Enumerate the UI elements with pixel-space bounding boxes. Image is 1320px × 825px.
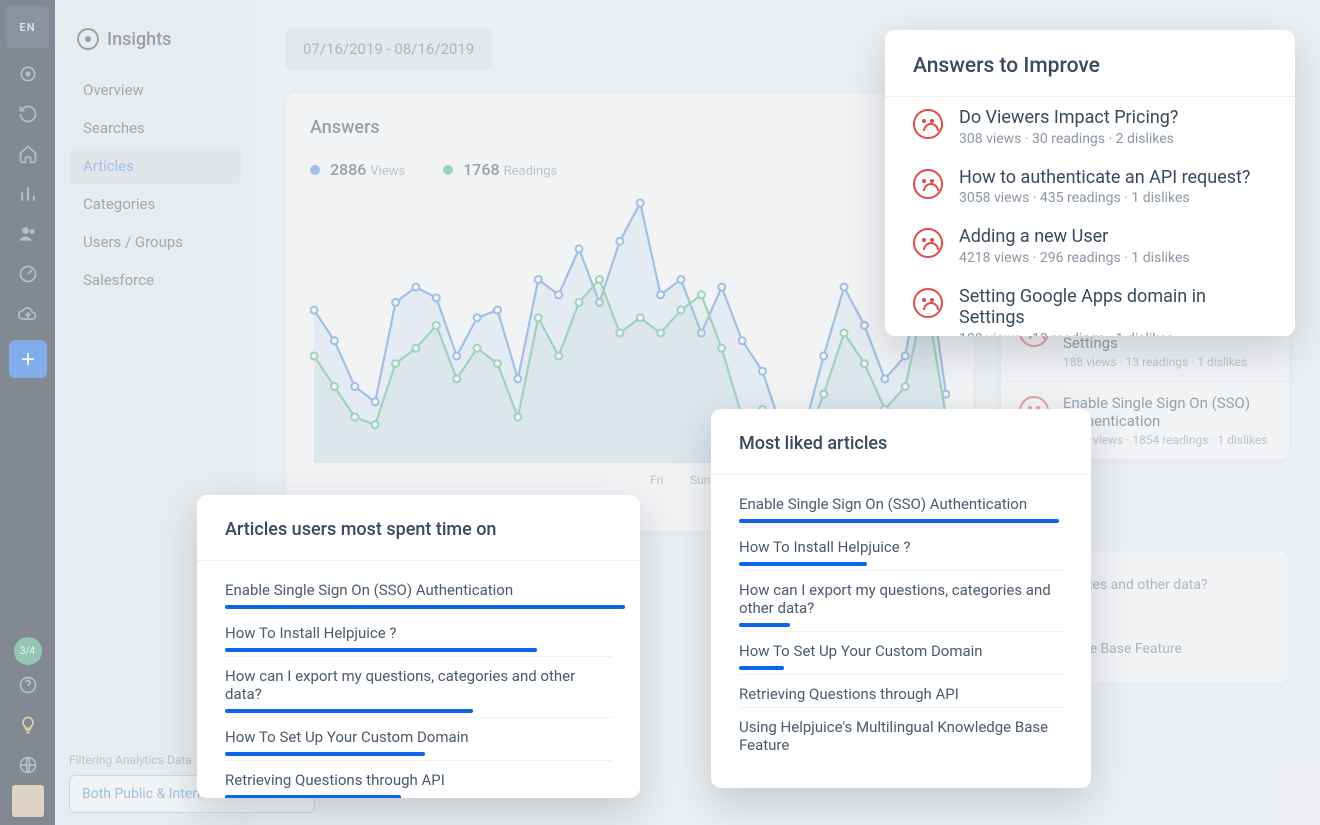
article-row[interactable]: How can I export my questions, categorie… [225,657,612,718]
article-row[interactable]: How can I export my questions, categorie… [739,571,1063,632]
article-row[interactable]: Retrieving Questions through API [225,761,612,798]
help-icon[interactable] [0,665,55,705]
x-tick: Sun [690,473,710,487]
improve-item-title: How to authenticate an API request? [959,167,1250,189]
improve-item-title: Adding a new User [959,226,1190,248]
language-selector[interactable]: EN [6,6,49,48]
legend-readings: 1768Readings [443,160,557,179]
article-row[interactable]: Retrieving Questions through API [739,675,1063,708]
improve-item-title: Setting Google Apps domain in Settings [959,286,1275,329]
article-row[interactable]: Using Helpjuice's Multilingual Knowledge… [739,708,1063,758]
reticle-icon[interactable] [0,54,55,94]
sad-face-icon [913,228,943,258]
cloud-upload-icon[interactable] [0,294,55,334]
nav-articles[interactable]: Articles [69,148,241,184]
nav-searches[interactable]: Searches [69,110,241,146]
improve-row[interactable]: How to authenticate an API request? 3058… [885,157,1295,217]
add-button[interactable] [9,340,47,378]
article-row[interactable]: How To Set Up Your Custom Domain [739,632,1063,675]
improve-item-meta: 3058 views · 435 readings · 1 dislikes [959,190,1250,206]
article-bar [739,562,867,566]
answers-to-improve-popup: Answers to Improve Do Viewers Impact Pri… [885,30,1295,336]
article-bar [225,709,473,713]
x-tick: Fri [650,473,663,487]
article-title: How can I export my questions, categorie… [225,667,612,703]
liked-title: Most liked articles [711,409,1091,475]
filter-label: Filtering Analytics Data [69,753,192,767]
article-title: Retrieving Questions through API [739,685,1063,703]
progress-badge[interactable]: 3/4 [14,637,42,665]
history-icon[interactable] [0,94,55,134]
nav-overview[interactable]: Overview [69,72,241,108]
article-row[interactable]: Enable Single Sign On (SSO) Authenticati… [225,571,612,614]
home-icon[interactable] [0,134,55,174]
article-bar [739,623,790,627]
users-icon[interactable] [0,214,55,254]
improve-row[interactable]: Adding a new User 4218 views · 296 readi… [885,216,1295,276]
brand: Insights [65,18,245,70]
article-row[interactable]: How To Install Helpjuice ? [739,528,1063,571]
globe-icon[interactable] [0,745,55,785]
most-liked-articles-popup: Most liked articles Enable Single Sign O… [711,409,1091,788]
sad-face-icon [913,169,943,199]
app-iconbar: EN 3/4 [0,0,55,825]
analytics-icon[interactable] [0,174,55,214]
spent-title: Articles users most spent time on [197,495,640,561]
article-row[interactable]: How To Install Helpjuice ? [225,614,612,657]
nav-categories[interactable]: Categories [69,186,241,222]
sad-face-icon [913,288,943,318]
article-title: Using Helpjuice's Multilingual Knowledge… [739,718,1063,754]
most-time-articles-popup: Articles users most spent time on Enable… [197,495,640,798]
improve-item-meta: 4218 views · 296 readings · 1 dislikes [959,250,1190,266]
article-title: Enable Single Sign On (SSO) Authenticati… [225,581,612,599]
user-avatar[interactable] [12,785,44,817]
article-bar [739,666,784,670]
article-title: Retrieving Questions through API [225,771,612,789]
target-icon[interactable] [0,254,55,294]
insights-logo-icon [77,28,99,50]
date-range-picker[interactable]: 07/16/2019 - 08/16/2019 [285,28,492,70]
article-title: How To Set Up Your Custom Domain [739,642,1063,660]
brand-label: Insights [107,29,171,50]
nav-users-groups[interactable]: Users / Groups [69,224,241,260]
article-bar [225,605,625,609]
improve-row[interactable]: Do Viewers Impact Pricing? 308 views · 3… [885,97,1295,157]
nav-salesforce[interactable]: Salesforce [69,262,241,298]
improve-item-meta: 308 views · 30 readings · 2 dislikes [959,131,1178,147]
chart-legend: 2886Views 1768Readings [310,160,950,179]
improve-row[interactable]: Setting Google Apps domain in Settings 1… [885,276,1295,336]
article-bar [225,795,401,798]
improve-item-title: Do Viewers Impact Pricing? [959,107,1178,129]
article-title: Enable Single Sign On (SSO) Authenticati… [739,495,1063,513]
article-bar [739,519,1059,523]
article-title: How To Install Helpjuice ? [739,538,1063,556]
article-row[interactable]: Enable Single Sign On (SSO) Authenticati… [739,485,1063,528]
improve-title: Answers to Improve [885,30,1295,97]
article-title: How To Set Up Your Custom Domain [225,728,612,746]
sad-face-icon [913,109,943,139]
article-title: How To Install Helpjuice ? [225,624,612,642]
article-title: How can I export my questions, categorie… [739,581,1063,617]
article-bar [225,648,537,652]
legend-views: 2886Views [310,160,405,179]
improve-item-meta: 188 views · 13 readings · 1 dislikes [959,331,1275,336]
article-row[interactable]: How To Set Up Your Custom Domain [225,718,612,761]
lightbulb-icon[interactable] [0,705,55,745]
answers-title: Answers [310,117,950,138]
article-bar [225,752,425,756]
